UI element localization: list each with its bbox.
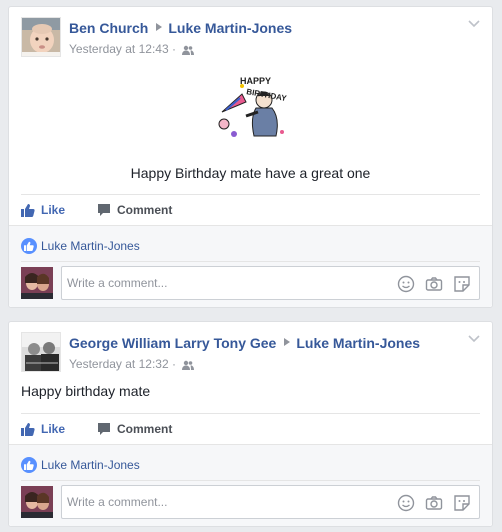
post-header: George William Larry Tony Gee Luke Martin… [69,335,420,351]
feed-post: Ben Church Luke Martin-Jones Yesterday at… [8,6,493,308]
comment-button[interactable]: Comment [97,422,172,436]
likers-names[interactable]: Luke Martin-Jones [41,239,140,253]
author-avatar[interactable] [21,17,61,57]
post-text: Happy birthday mate [21,383,151,399]
author-avatar[interactable] [21,332,61,372]
arrow-right-icon [284,338,291,346]
like-label: Like [41,203,66,217]
divider [21,413,480,414]
comments-section: Luke Martin-Jones [9,444,492,526]
divider [21,194,480,195]
comment-input[interactable] [62,267,382,299]
likes-summary[interactable]: Luke Martin-Jones [21,238,140,254]
post-meta: Yesterday at 12:43 · [69,42,195,58]
emoji-icon[interactable] [397,494,415,512]
arrow-right-icon [156,23,163,31]
emoji-icon[interactable] [397,275,415,293]
comments-section: Luke Martin-Jones [9,225,492,307]
friends-icon[interactable] [182,359,195,373]
feed-post: George William Larry Tony Gee Luke Martin… [8,321,493,527]
likers-names[interactable]: Luke Martin-Jones [41,458,140,472]
post-meta: Yesterday at 12:32 · [69,357,195,373]
sticker-icon[interactable] [453,275,471,293]
current-user-avatar[interactable] [21,486,53,518]
camera-icon[interactable] [425,494,443,512]
camera-icon[interactable] [425,275,443,293]
post-header: Ben Church Luke Martin-Jones [69,20,292,36]
like-badge-icon [21,238,37,254]
chevron-down-icon[interactable] [468,19,480,29]
post-actions: Like Comment [21,197,480,225]
like-label: Like [41,422,66,436]
thumbs-up-icon [21,423,35,436]
like-button[interactable]: Like [21,203,65,217]
recipient-name-link[interactable]: Luke Martin-Jones [296,335,420,351]
comment-label: Comment [117,422,173,436]
recipient-name-link[interactable]: Luke Martin-Jones [168,20,292,36]
divider [21,261,480,262]
like-button[interactable]: Like [21,422,65,436]
post-timestamp[interactable]: Yesterday at 12:32 [69,357,169,371]
happy-birthday-clipart: HAPPY BIRTHDAY [212,72,292,148]
sticker-icon[interactable] [453,494,471,512]
comment-button[interactable]: Comment [97,203,172,217]
post-timestamp[interactable]: Yesterday at 12:43 [69,42,169,56]
comment-input[interactable] [62,486,382,518]
comment-bubble-icon [98,204,110,216]
like-badge-icon [21,457,37,473]
comment-box [61,266,480,300]
post-actions: Like Comment [21,416,480,444]
author-name-link[interactable]: George William Larry Tony Gee [69,335,276,351]
comment-bubble-icon [98,423,110,435]
author-name-link[interactable]: Ben Church [69,20,148,36]
image-text-line1: HAPPY [240,76,271,86]
comment-box [61,485,480,519]
post-text: Happy Birthday mate have a great one [130,165,371,181]
likes-summary[interactable]: Luke Martin-Jones [21,457,140,473]
chevron-down-icon[interactable] [468,334,480,344]
friends-icon[interactable] [182,44,195,58]
comment-label: Comment [117,203,173,217]
divider [21,480,480,481]
thumbs-up-icon [21,204,35,217]
current-user-avatar[interactable] [21,267,53,299]
